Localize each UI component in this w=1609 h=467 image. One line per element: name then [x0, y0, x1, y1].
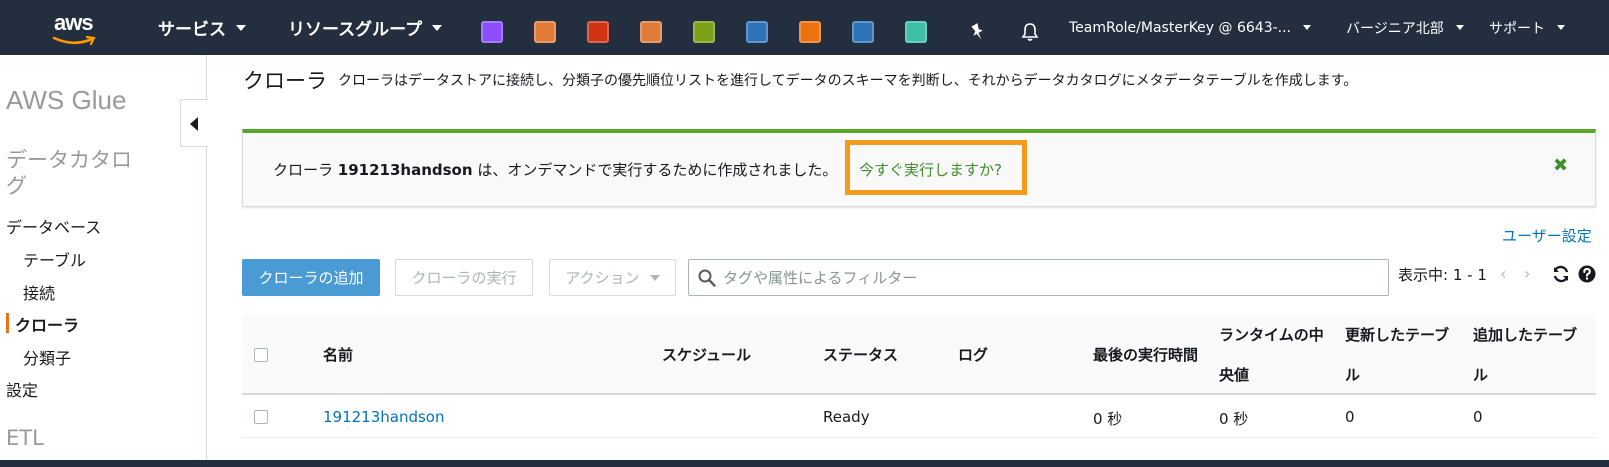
- pin-icon[interactable]: [967, 21, 989, 43]
- services-menu[interactable]: サービス: [158, 0, 246, 55]
- aws-smile-icon: [52, 36, 96, 46]
- sidebar-section-data-catalog: データカタロ グ: [6, 148, 132, 198]
- run-crawler-button[interactable]: クローラの実行: [395, 259, 533, 296]
- row-checkbox[interactable]: [254, 410, 268, 424]
- page-description: クローラはデータストアに接続し、分類子の優先順位リストを進行してデータのスキーマ…: [338, 73, 1358, 89]
- chevron-down-icon: [649, 274, 660, 281]
- aws-logo[interactable]: aws: [52, 10, 102, 48]
- sidebar-item-crawlers[interactable]: クローラ: [15, 312, 79, 336]
- column-header-log[interactable]: ログ: [958, 335, 988, 375]
- athena-icon[interactable]: [481, 21, 503, 43]
- sidebar-section-etl: ETL: [6, 426, 44, 450]
- cell-status: Ready: [823, 408, 870, 426]
- column-header-median-runtime-line1: ランタイムの中: [1219, 326, 1324, 344]
- sidebar-item-settings[interactable]: 設定: [6, 377, 38, 401]
- support-menu-label: サポート: [1489, 20, 1545, 37]
- column-header-median-runtime-line2: 央値: [1219, 366, 1250, 384]
- cell-median-runtime: 0 秒: [1219, 410, 1249, 428]
- support-menu[interactable]: サポート: [1489, 0, 1565, 55]
- chevron-down-icon: [1303, 25, 1312, 30]
- cell-tables-added: 0: [1473, 408, 1483, 426]
- sidebar-item-databases[interactable]: データベース: [6, 214, 101, 238]
- ec2-icon[interactable]: [799, 21, 821, 43]
- account-menu[interactable]: TeamRole/MasterKey @ 6643-...: [1069, 0, 1312, 55]
- sidebar-item-connections[interactable]: 接続: [23, 280, 55, 304]
- table-header: 名前 スケジュール ステータス ログ 最後の実行時間 ランタイムの中 央値 更新…: [242, 315, 1596, 395]
- sidebar-item-classifiers[interactable]: 分類子: [23, 345, 71, 369]
- column-header-last-runtime[interactable]: 最後の実行時間: [1093, 335, 1198, 375]
- column-header-tables-added-line1: 追加したテーブ: [1473, 326, 1578, 344]
- sidebar-active-indicator: [6, 313, 9, 333]
- chevron-down-icon: [236, 24, 246, 31]
- next-page-button[interactable]: ›: [1524, 264, 1530, 283]
- bell-icon[interactable]: [1019, 21, 1041, 43]
- filter-box[interactable]: [688, 259, 1389, 296]
- success-alert: クローラ 191213handson は、オンデマンドで実行するために作成されま…: [242, 129, 1596, 207]
- actions-dropdown[interactable]: アクション: [549, 259, 676, 296]
- column-header-tables-added-line2: ル: [1473, 366, 1489, 384]
- user-settings-link[interactable]: ユーザー設定: [1502, 225, 1592, 246]
- resource-groups-menu[interactable]: リソースグループ: [288, 0, 443, 55]
- glue-icon[interactable]: [905, 21, 927, 43]
- sidebar-title[interactable]: AWS Glue: [6, 85, 126, 116]
- aws-logo-text: aws: [54, 10, 94, 35]
- run-now-link[interactable]: 今すぐ実行しますか?: [859, 159, 1002, 180]
- column-header-tables-updated-line1: 更新したテーブ: [1345, 326, 1450, 344]
- run-now-highlight: 今すぐ実行しますか?: [845, 140, 1027, 195]
- close-icon[interactable]: ✖: [1553, 155, 1568, 176]
- column-header-tables-added[interactable]: 追加したテーブ ル: [1473, 315, 1577, 395]
- kms-icon[interactable]: [693, 21, 715, 43]
- resource-groups-menu-label: リソースグループ: [288, 20, 423, 40]
- filter-input[interactable]: [723, 264, 1373, 292]
- sidebar-collapse-button[interactable]: [180, 99, 208, 147]
- account-menu-label: TeamRole/MasterKey @ 6643-...: [1069, 19, 1292, 36]
- add-crawler-button[interactable]: クローラの追加: [242, 259, 380, 296]
- help-icon[interactable]: [1577, 264, 1597, 284]
- region-menu-label: バージニア北部: [1346, 20, 1444, 37]
- select-all-checkbox[interactable]: [254, 348, 268, 362]
- actions-dropdown-label: アクション: [565, 269, 640, 287]
- glue-sidebar: AWS Glue データカタロ グ データベース テーブル 接続 クローラ 分類…: [0, 55, 207, 460]
- caret-left-icon: [190, 117, 198, 131]
- search-icon: [698, 269, 716, 287]
- column-header-schedule[interactable]: スケジュール: [662, 335, 751, 375]
- redshift-cluster-icon[interactable]: [746, 21, 768, 43]
- cell-tables-updated: 0: [1345, 408, 1355, 426]
- alert-crawler-name: 191213handson: [337, 161, 473, 179]
- sagemaker-icon[interactable]: [534, 21, 556, 43]
- dynamodb-icon[interactable]: [852, 21, 874, 43]
- sidebar-item-tables[interactable]: テーブル: [23, 247, 86, 271]
- bottom-footer-bar: [0, 460, 1609, 467]
- column-header-tables-updated[interactable]: 更新したテーブ ル: [1345, 315, 1449, 395]
- alert-prefix: クローラ: [273, 161, 338, 179]
- chevron-down-icon: [432, 24, 443, 31]
- page-title: クローラ: [243, 69, 327, 93]
- table-row[interactable]: 191213handson Ready 0 秒 0 秒 0 0: [242, 396, 1596, 438]
- pagination-label: 表示中: 1 - 1: [1398, 266, 1487, 284]
- datasync-icon[interactable]: [640, 21, 662, 43]
- chevron-down-icon: [1455, 25, 1464, 30]
- column-header-status[interactable]: ステータス: [823, 335, 898, 375]
- redshift-icon[interactable]: [587, 21, 609, 43]
- cell-last-runtime: 0 秒: [1093, 410, 1123, 428]
- chevron-down-icon: [1557, 25, 1565, 30]
- crawler-name-link[interactable]: 191213handson: [323, 408, 445, 426]
- alert-message: クローラ 191213handson は、オンデマンドで実行するために作成されま…: [273, 159, 837, 180]
- refresh-icon[interactable]: [1551, 264, 1571, 284]
- top-navigation-bar: aws サービス リソースグループ TeamRole/MasterKey @ 6…: [0, 0, 1609, 55]
- column-header-median-runtime[interactable]: ランタイムの中 央値: [1219, 315, 1324, 395]
- column-header-name[interactable]: 名前: [323, 335, 353, 375]
- services-menu-label: サービス: [158, 20, 226, 40]
- column-header-tables-updated-line2: ル: [1345, 366, 1361, 384]
- region-menu[interactable]: バージニア北部: [1346, 0, 1464, 55]
- alert-suffix: は、オンデマンドで実行するために作成されました。: [472, 161, 838, 179]
- prev-page-button[interactable]: ‹: [1500, 264, 1506, 283]
